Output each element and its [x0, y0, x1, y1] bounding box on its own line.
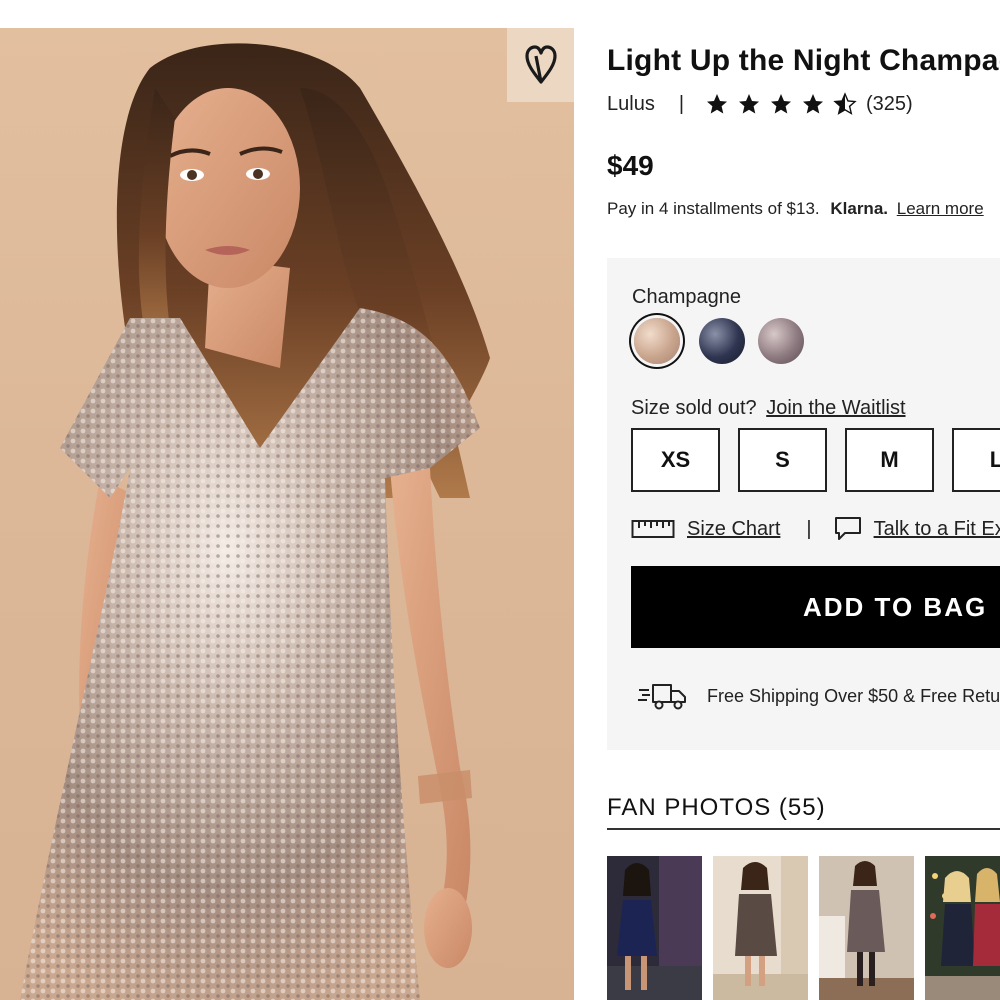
star-icon	[707, 94, 728, 114]
price: $49	[607, 150, 654, 181]
add-to-bag-button[interactable]: ADD TO BAG	[631, 566, 1000, 648]
product-title: Light Up the Night Champagne Sequin Shif…	[607, 44, 1000, 77]
ruler-icon	[631, 520, 675, 538]
fan-photo-thumbnail[interactable]	[713, 856, 808, 1000]
divider	[607, 828, 1000, 830]
color-swatch-navy[interactable]	[699, 318, 745, 364]
size-sold-out-note: Size sold out? Join the Waitlist	[631, 397, 906, 420]
fan-photo-thumbnail[interactable]	[925, 856, 1000, 1000]
size-selector: XS S M L	[631, 428, 1000, 492]
star-icon	[803, 94, 824, 114]
star-half-icon	[833, 92, 857, 115]
color-swatch-champagne[interactable]	[634, 318, 680, 364]
fan-photo-thumbnail[interactable]	[819, 856, 914, 1000]
brand-name[interactable]: Lulus	[607, 93, 655, 116]
brand-rating-row: Lulus | (325)	[607, 92, 913, 116]
fit-tools-row: Size Chart | Talk to a Fit Expert	[631, 516, 1000, 542]
product-image[interactable]	[0, 28, 574, 1000]
size-button-m[interactable]: M	[845, 428, 934, 492]
model-illustration	[20, 43, 490, 1000]
heart-outline-icon	[524, 45, 557, 84]
shipping-text: Free Shipping Over $50 & Free Returns	[707, 685, 1000, 706]
learn-more-link[interactable]: Learn more	[897, 199, 984, 218]
talk-to-expert-link[interactable]: Talk to a Fit Expert	[874, 518, 1000, 541]
fan-photo-image	[713, 856, 808, 1000]
purchase-options-panel: Champagne Size sold out? Join the Waitli…	[607, 258, 1000, 750]
star-icon	[771, 94, 792, 114]
selected-color-label: Champagne	[632, 286, 741, 308]
fan-photo-image	[925, 856, 1000, 1000]
size-sold-out-text: Size sold out?	[631, 397, 757, 419]
star-icon	[739, 94, 760, 114]
size-button-s[interactable]: S	[738, 428, 827, 492]
wishlist-button[interactable]	[507, 28, 574, 102]
klarna-installments: Pay in 4 installments of $13. Klarna. Le…	[607, 199, 984, 219]
join-waitlist-link[interactable]: Join the Waitlist	[766, 397, 905, 419]
fast-truck-icon	[638, 684, 686, 710]
size-button-xs[interactable]: XS	[631, 428, 720, 492]
installments-text: Pay in 4 installments of $13.	[607, 199, 820, 218]
size-chart-link[interactable]: Size Chart	[687, 518, 780, 541]
size-button-l[interactable]: L	[952, 428, 1000, 492]
rating-count[interactable]: (325)	[866, 93, 913, 116]
fan-photo-image	[607, 856, 702, 1000]
rating-stars[interactable]	[704, 92, 858, 116]
separator: |	[806, 517, 812, 540]
klarna-logo: Klarna.	[830, 199, 888, 218]
shipping-info: Free Shipping Over $50 & Free Returns	[637, 680, 1000, 712]
fan-photos-heading: FAN PHOTOS (55)	[607, 794, 826, 821]
separator: |	[678, 92, 685, 115]
fan-photo-thumbnail[interactable]	[607, 856, 702, 1000]
color-swatch-mauve[interactable]	[758, 318, 804, 364]
chat-bubble-icon	[834, 517, 861, 540]
fan-photo-image	[819, 856, 914, 1000]
product-info-panel: Light Up the Night Champagne Sequin Shif…	[574, 0, 1000, 1000]
